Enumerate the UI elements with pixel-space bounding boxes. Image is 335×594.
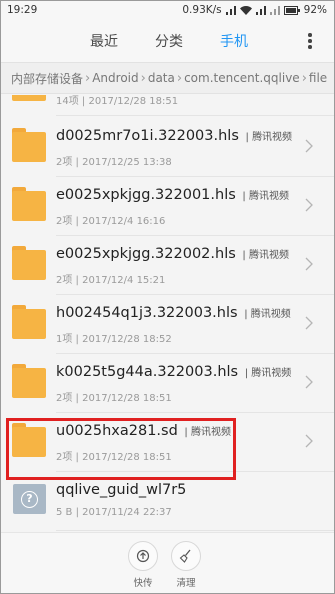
status-time: 19:29 <box>7 4 38 16</box>
file-name: h002454q1j3.322003.hls <box>56 305 238 321</box>
share-transfer-icon <box>136 549 150 563</box>
file-list: 14项 | 2017/12/28 18:51 d0025mr7o1i.32200… <box>0 95 335 532</box>
clean-button[interactable]: 清理 <box>170 541 202 589</box>
folder-icon <box>12 95 46 101</box>
file-count: 14项 <box>56 96 79 107</box>
chevron-right-icon <box>305 375 313 389</box>
folder-icon <box>12 305 46 339</box>
app-tag: 腾讯视频 <box>252 132 293 143</box>
chevron-right-icon: › <box>301 70 307 86</box>
unknown-file-icon: ? <box>13 484 46 514</box>
file-name: e0025xpkjgg.322001.hls <box>56 187 236 203</box>
app-tag: 腾讯视频 <box>251 368 292 379</box>
file-row[interactable]: h002454q1j3.322003.hls | 腾讯视频 1项 | 2017/… <box>0 295 335 354</box>
battery-icon <box>283 5 300 15</box>
breadcrumb-item-package[interactable]: com.tencent.qqlive <box>184 71 300 85</box>
file-date: 2017/12/28 18:52 <box>82 334 172 345</box>
app-tag: 腾讯视频 <box>248 191 289 202</box>
file-name: e0025xpkjgg.322002.hls <box>56 246 236 262</box>
signal-bars-icon <box>269 5 280 15</box>
app-tag: 腾讯视频 <box>248 250 289 261</box>
file-count: 1项 <box>56 334 73 345</box>
file-row[interactable]: ? qqlive_guid_wl7r5 5 B | 2017/11/24 22:… <box>0 472 335 531</box>
battery-level: 92% <box>303 4 327 16</box>
signal-bars-icon <box>225 5 236 15</box>
chevron-right-icon <box>305 434 313 448</box>
file-count: 2项 <box>56 393 73 404</box>
tab-recent[interactable]: 最近 <box>90 31 118 51</box>
tab-phone[interactable]: 手机 <box>220 31 248 51</box>
breadcrumb-item-data[interactable]: data <box>148 71 175 85</box>
quick-transfer-button[interactable]: 快传 <box>127 541 159 589</box>
folder-icon <box>12 187 46 221</box>
file-date: 2017/11/24 22:37 <box>82 507 172 518</box>
chevron-right-icon <box>305 198 313 212</box>
file-count: 2项 <box>56 452 73 463</box>
signal-bars-icon <box>255 5 266 15</box>
file-row[interactable]: e0025xpkjgg.322002.hls | 腾讯视频 2项 | 2017/… <box>0 236 335 295</box>
file-name: qqlive_guid_wl7r5 <box>56 482 187 498</box>
file-date: 2017/12/4 16:16 <box>82 216 166 227</box>
folder-icon <box>12 364 46 398</box>
file-name: d0025mr7o1i.322003.hls <box>56 128 239 144</box>
chevron-right-icon <box>305 257 313 271</box>
file-name: k0025t5g44a.322003.hls <box>56 364 239 380</box>
wifi-icon <box>239 5 252 15</box>
breadcrumb: 内部存储设备 › Android › data › com.tencent.qq… <box>0 62 335 94</box>
breadcrumb-item-files[interactable]: file <box>309 71 327 85</box>
chevron-right-icon: › <box>140 70 146 86</box>
chevron-right-icon: › <box>85 70 91 86</box>
app-tag: 腾讯视频 <box>250 309 291 320</box>
broom-clean-icon <box>179 549 191 563</box>
file-row[interactable]: e0025xpkjgg.322001.hls | 腾讯视频 2项 | 2017/… <box>0 177 335 236</box>
file-row[interactable]: 14项 | 2017/12/28 18:51 <box>0 95 335 116</box>
file-name: u0025hxa281.sd <box>56 423 178 439</box>
chevron-right-icon <box>305 316 313 330</box>
tab-category[interactable]: 分类 <box>155 31 183 51</box>
clean-label: 清理 <box>176 578 196 589</box>
file-date: 2017/12/28 18:51 <box>82 393 172 404</box>
file-date: 2017/12/28 18:51 <box>88 96 179 107</box>
bottom-action-bar: 快传 清理 <box>0 532 335 594</box>
network-speed: 0.93K/s <box>182 4 222 16</box>
quick-transfer-label: 快传 <box>133 578 153 589</box>
chevron-right-icon <box>305 139 313 153</box>
folder-icon <box>12 128 46 162</box>
file-count: 2项 <box>56 275 73 286</box>
file-date: 2017/12/28 18:51 <box>82 452 172 463</box>
top-tabs: 最近 分类 手机 <box>0 20 335 62</box>
file-count: 2项 <box>56 157 73 168</box>
file-count: 2项 <box>56 216 73 227</box>
status-bar: 19:29 0.93K/s 92% <box>0 0 335 20</box>
file-row[interactable]: d0025mr7o1i.322003.hls | 腾讯视频 2项 | 2017/… <box>0 118 335 177</box>
file-date: 2017/12/4 15:21 <box>82 275 166 286</box>
app-tag: 腾讯视频 <box>190 427 231 438</box>
breadcrumb-item-android[interactable]: Android <box>92 71 138 85</box>
more-menu-icon[interactable] <box>300 30 320 52</box>
file-date: 2017/12/25 13:38 <box>82 157 172 168</box>
file-row[interactable]: k0025t5g44a.322003.hls | 腾讯视频 2项 | 2017/… <box>0 354 335 413</box>
breadcrumb-item-storage[interactable]: 内部存储设备 <box>11 70 83 87</box>
file-size: 5 B <box>56 507 73 518</box>
folder-icon <box>12 246 46 280</box>
file-row[interactable]: u0025hxa281.sd | 腾讯视频 2项 | 2017/12/28 18… <box>0 413 335 472</box>
chevron-right-icon: › <box>176 70 183 86</box>
folder-icon <box>12 423 46 457</box>
